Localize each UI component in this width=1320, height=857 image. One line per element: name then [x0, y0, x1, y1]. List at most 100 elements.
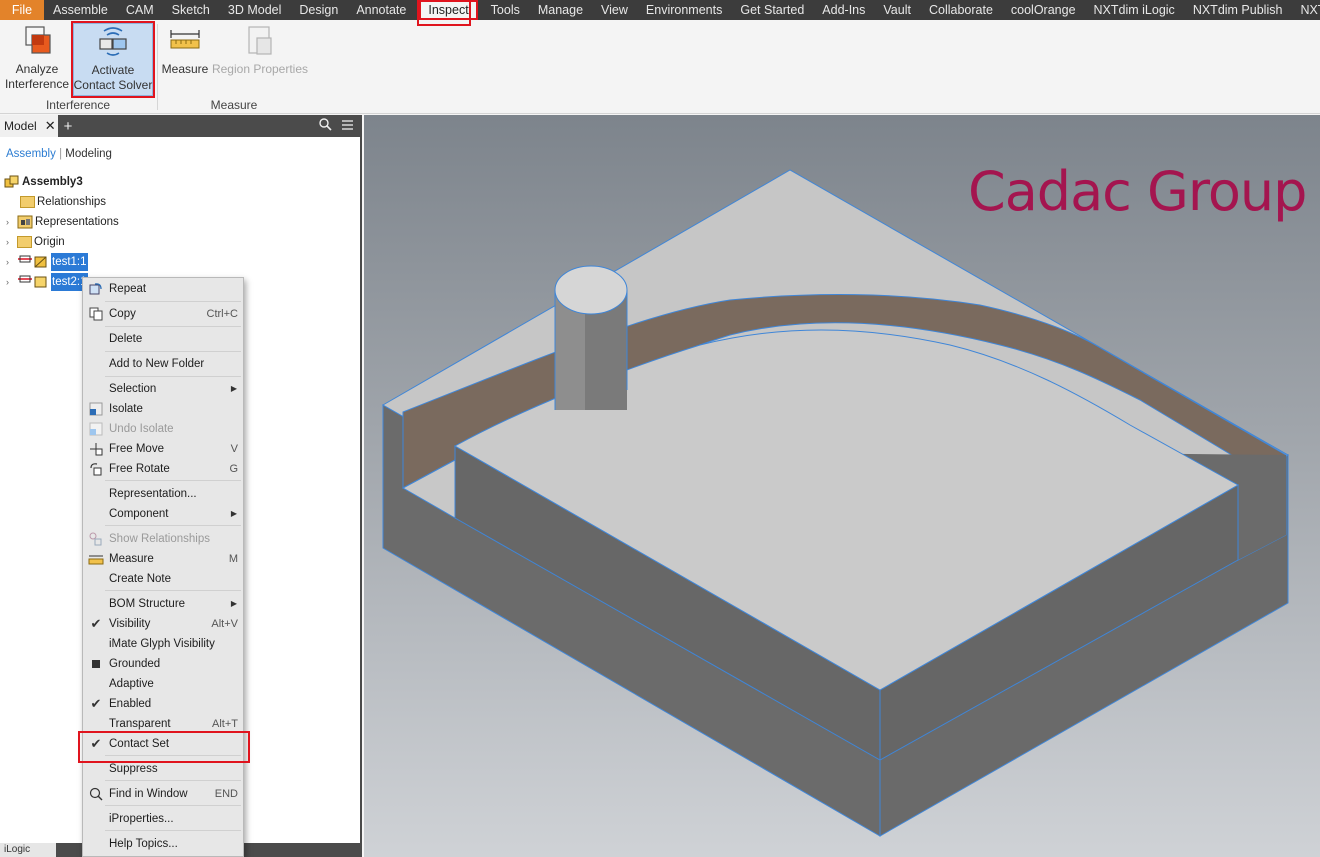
tree-item-representations[interactable]: › Representations: [6, 213, 119, 231]
menu-tab-get-started[interactable]: Get Started: [731, 0, 813, 20]
menu-item-label: Find in Window: [109, 788, 188, 800]
analyze-interference-icon: [20, 24, 54, 58]
menu-item-enabled[interactable]: ✔ Enabled: [83, 694, 243, 714]
analyze-interference-label-1: Analyze: [15, 62, 59, 76]
repeat-icon: [88, 281, 104, 297]
menu-item-iproperties[interactable]: iProperties...: [83, 809, 243, 829]
menu-tab-file[interactable]: File: [0, 0, 44, 20]
menu-item-label: iProperties...: [109, 813, 174, 825]
measure-button[interactable]: Measure: [160, 22, 210, 77]
menu-item-undo-isolate[interactable]: Undo Isolate: [83, 419, 243, 439]
menu-tab-nxtdim-ilogic[interactable]: NXTdim iLogic: [1085, 0, 1184, 20]
menu-item-shortcut: END: [214, 788, 238, 800]
copy-icon: [88, 306, 104, 322]
menu-item-shortcut: Alt+V: [211, 618, 238, 630]
menu-tab-tools[interactable]: Tools: [482, 0, 529, 20]
menu-item-repeat[interactable]: Repeat: [83, 279, 243, 299]
region-properties-label: Region Properties: [211, 62, 309, 76]
ribbon: Analyze Interference Activate Contact So…: [0, 20, 1320, 114]
menu-separator: [105, 830, 241, 831]
model-3d-view[interactable]: [364, 115, 1320, 857]
menu-item-bom-structure[interactable]: BOM Structure ▶: [83, 594, 243, 614]
activate-contact-solver-button[interactable]: Activate Contact Solver: [71, 21, 155, 98]
menu-icon[interactable]: [341, 118, 354, 134]
browser-tab-model[interactable]: Model ✕: [0, 115, 58, 137]
submenu-arrow-icon: ▶: [230, 509, 237, 518]
menu-separator: [105, 351, 241, 352]
bottom-tab-ilogic[interactable]: iLogic: [0, 843, 56, 857]
menu-item-shortcut: G: [229, 463, 238, 475]
chevron-right-icon[interactable]: ›: [6, 273, 14, 291]
context-menu: Repeat Copy Ctrl+C Delete Add to New Folder S…: [82, 277, 244, 857]
menu-item-grounded[interactable]: Grounded: [83, 654, 243, 674]
menu-item-label: Create Note: [109, 573, 172, 585]
chevron-right-icon[interactable]: ›: [6, 233, 14, 251]
menu-item-label: Copy: [109, 308, 136, 320]
menu-tab-design[interactable]: Design: [290, 0, 347, 20]
tree-item-origin[interactable]: › Origin: [6, 233, 65, 251]
menu-item-selection[interactable]: Selection ▶: [83, 379, 243, 399]
menu-item-isolate[interactable]: Isolate: [83, 399, 243, 419]
menu-tab-environments[interactable]: Environments: [637, 0, 731, 20]
menu-item-add-to-new-folder[interactable]: Add to New Folder: [83, 354, 243, 374]
mode-modeling[interactable]: Modeling: [65, 148, 112, 160]
analyze-interference-button[interactable]: Analyze Interference: [2, 22, 72, 92]
menu-tab-add-ins[interactable]: Add-Ins: [813, 0, 874, 20]
tree-item-test1[interactable]: › test1:1: [6, 253, 88, 271]
menu-item-show-relationships[interactable]: Show Relationships: [83, 529, 243, 549]
contact-set-icon: [17, 272, 33, 292]
mode-assembly[interactable]: Assembly: [6, 148, 56, 160]
tree-root-assembly[interactable]: Assembly3: [4, 173, 83, 191]
menu-tab-assemble[interactable]: Assemble: [44, 0, 117, 20]
activate-contact-solver-label-1: Activate: [91, 63, 135, 77]
menu-item-imate-glyph-visibility[interactable]: iMate Glyph Visibility: [83, 634, 243, 654]
menu-separator: [105, 525, 241, 526]
menu-item-label: Enabled: [109, 698, 152, 710]
graphics-viewport[interactable]: Cadac Group: [364, 115, 1320, 857]
menu-item-label: Visibility: [109, 618, 151, 630]
menu-item-component[interactable]: Component ▶: [83, 504, 243, 524]
menu-tab-vault[interactable]: Vault: [874, 0, 920, 20]
menu-item-free-move[interactable]: Free Move V: [83, 439, 243, 459]
menu-item-visibility[interactable]: ✔ Visibility Alt+V: [83, 614, 243, 634]
menu-item-delete[interactable]: Delete: [83, 329, 243, 349]
region-properties-button[interactable]: Region Properties: [210, 22, 310, 77]
menu-tab-nxtdim[interactable]: NXTdim: [1291, 0, 1320, 20]
menu-item-label: BOM Structure: [109, 598, 186, 610]
menu-item-label: iMate Glyph Visibility: [109, 638, 215, 650]
folder-icon: [17, 236, 32, 248]
cadac-logo: Cadac Group: [968, 160, 1307, 223]
menu-tab-sketch[interactable]: Sketch: [163, 0, 219, 20]
menu-item-adaptive[interactable]: Adaptive: [83, 674, 243, 694]
menu-item-label: Component: [109, 508, 169, 520]
menu-tab-coolorange[interactable]: coolOrange: [1002, 0, 1085, 20]
menu-item-copy[interactable]: Copy Ctrl+C: [83, 304, 243, 324]
menu-tab-collaborate[interactable]: Collaborate: [920, 0, 1002, 20]
search-icon[interactable]: [319, 118, 332, 134]
activate-contact-solver-label-2: Contact Solver: [73, 78, 153, 92]
menu-tab-cam[interactable]: CAM: [117, 0, 163, 20]
chevron-right-icon[interactable]: ›: [6, 253, 14, 271]
menu-item-free-rotate[interactable]: Free Rotate G: [83, 459, 243, 479]
menu-tab-manage[interactable]: Manage: [529, 0, 592, 20]
tree-item-label: Representations: [35, 216, 119, 228]
menu-tab-3d-model[interactable]: 3D Model: [219, 0, 291, 20]
measure-icon: [88, 551, 104, 567]
menu-item-find-in-window[interactable]: Find in Window END: [83, 784, 243, 804]
menu-separator: [105, 480, 241, 481]
browser-tab-label: Model: [4, 119, 37, 133]
tree-item-relationships[interactable]: Relationships: [20, 193, 106, 211]
chevron-right-icon[interactable]: ›: [6, 213, 14, 231]
measure-icon: [168, 24, 202, 58]
menu-tab-view[interactable]: View: [592, 0, 637, 20]
menu-item-help-topics[interactable]: Help Topics...: [83, 834, 243, 854]
menu-tab-annotate[interactable]: Annotate: [347, 0, 415, 20]
close-icon[interactable]: ✕: [45, 115, 56, 137]
menu-tab-nxtdim-publish[interactable]: NXTdim Publish: [1184, 0, 1292, 20]
menu-item-measure[interactable]: Measure M: [83, 549, 243, 569]
tree-item-test2[interactable]: › test2:1: [6, 273, 88, 291]
add-tab-icon[interactable]: +: [58, 118, 78, 135]
menu-item-representation[interactable]: Representation...: [83, 484, 243, 504]
menu-item-create-note[interactable]: Create Note: [83, 569, 243, 589]
menu-item-shortcut: V: [230, 443, 238, 455]
